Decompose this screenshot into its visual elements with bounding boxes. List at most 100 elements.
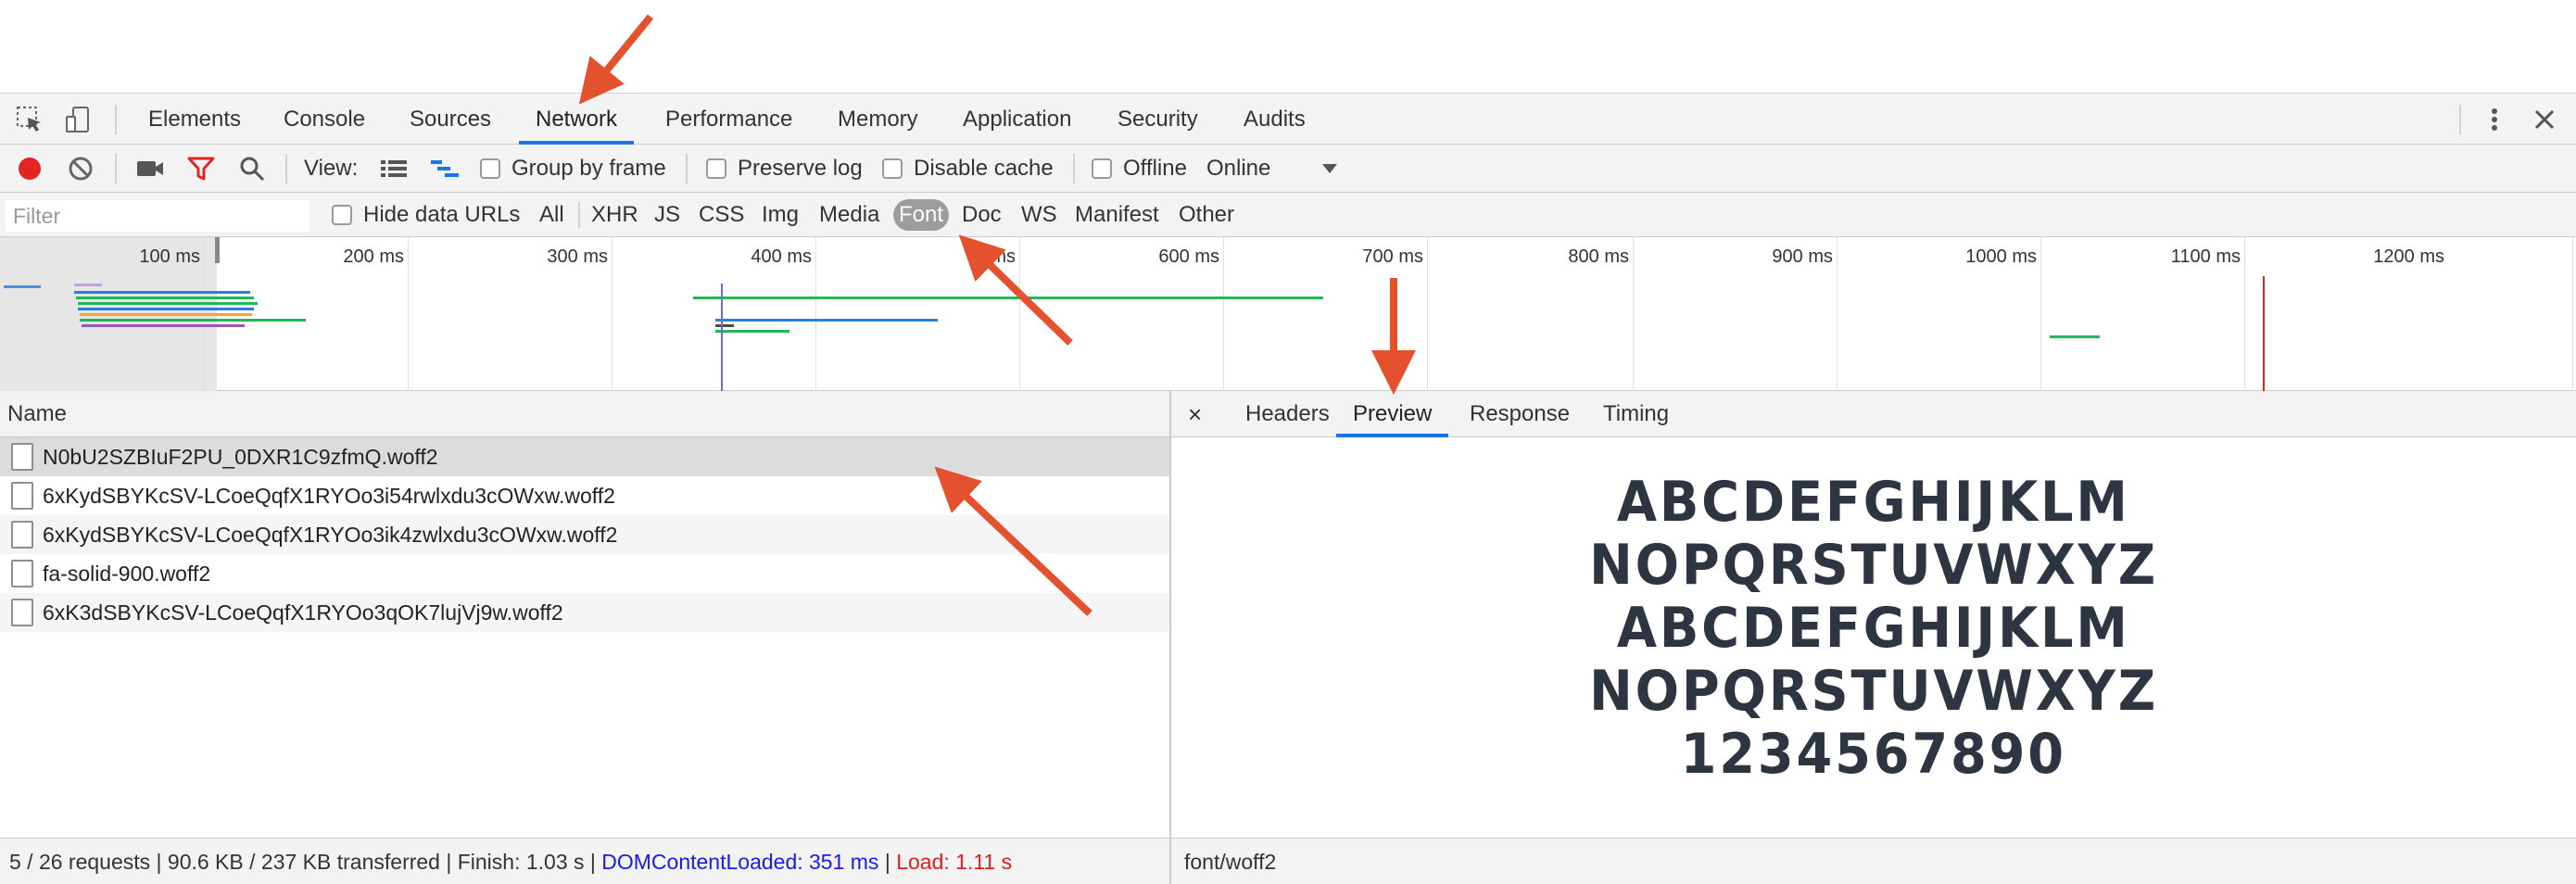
tab-audits[interactable]: Audits [1227, 94, 1322, 145]
grid-line [1427, 237, 1428, 391]
tab-elements[interactable]: Elements [132, 94, 258, 145]
name-column-header[interactable]: Name [0, 391, 1169, 437]
grid-line [2244, 237, 2245, 391]
timeline-label: ms [991, 246, 1016, 267]
divider [1073, 154, 1075, 183]
divider [115, 154, 117, 183]
timeline-bar [715, 319, 938, 322]
tab-network[interactable]: Network [519, 94, 635, 145]
request-row[interactable]: fa-solid-900.woff2 [0, 554, 1169, 593]
dropdown-icon[interactable] [1321, 145, 1338, 193]
timeline-bar [715, 324, 734, 327]
request-name: 6xKydSBYKcSV-LCoeQqfX1RYOo3ik4zwlxdu3cOW… [43, 523, 618, 547]
timeline-handle[interactable] [215, 237, 220, 263]
top-whitespace [0, 0, 2576, 93]
request-row[interactable]: 6xKydSBYKcSV-LCoeQqfX1RYOo3ik4zwlxdu3cOW… [0, 515, 1169, 554]
network-summary-bar: 5 / 26 requests | 90.6 KB / 237 KB trans… [0, 838, 1169, 884]
preview-line: NOPQRSTUVWXYZ [1589, 533, 2158, 598]
throttle-select[interactable]: Online [1206, 145, 1270, 193]
tab-preview[interactable]: Preview [1336, 391, 1449, 437]
clear-icon[interactable] [67, 145, 95, 193]
record-icon[interactable] [17, 145, 43, 193]
offline-label: Offline [1123, 156, 1187, 181]
filter-type-other[interactable]: Other [1179, 193, 1234, 237]
summary-text: 5 / 26 requests | 90.6 KB / 237 KB trans… [9, 850, 602, 874]
close-detail-button[interactable]: × [1171, 391, 1219, 437]
filter-type-js[interactable]: JS [654, 193, 680, 237]
grid-line [1019, 237, 1020, 391]
camera-icon[interactable] [135, 145, 165, 193]
divider [2459, 105, 2461, 134]
timeline-bar [74, 291, 250, 294]
file-icon [11, 521, 33, 549]
timeline-bar [82, 324, 245, 327]
filter-input[interactable] [6, 200, 309, 232]
file-icon [11, 443, 33, 471]
preview-line: ABCDEFGHIJKLM [1617, 470, 2130, 535]
request-row[interactable]: 6xKydSBYKcSV-LCoeQqfX1RYOo3i54rwlxdu3cOW… [0, 476, 1169, 515]
load-marker [2263, 276, 2265, 391]
more-vert-icon[interactable] [2480, 105, 2509, 134]
filter-type-css[interactable]: CSS [699, 193, 744, 237]
waterfall-view-icon[interactable] [430, 145, 460, 193]
filter-type-font[interactable]: Font [893, 199, 950, 231]
filter-icon[interactable] [187, 145, 215, 193]
request-name: fa-solid-900.woff2 [43, 562, 211, 586]
close-icon[interactable] [2530, 105, 2559, 134]
timeline-label: 900 ms [1772, 246, 1833, 267]
tab-memory[interactable]: Memory [821, 94, 935, 145]
disable-cache-checkbox[interactable]: Disable cache [882, 145, 1054, 193]
divider [285, 154, 287, 183]
search-icon[interactable] [239, 145, 265, 193]
filter-type-doc[interactable]: Doc [962, 193, 1002, 237]
font-preview: ABCDEFGHIJKLM NOPQRSTUVWXYZ ABCDEFGHIJKL… [1171, 437, 2576, 838]
list-view-icon[interactable] [380, 145, 408, 193]
timeline-label: 600 ms [1158, 246, 1219, 267]
filter-type-ws[interactable]: WS [1021, 193, 1057, 237]
device-toggle-icon[interactable] [63, 105, 93, 134]
hide-data-urls-label: Hide data URLs [363, 202, 521, 227]
hide-data-urls-checkbox[interactable]: Hide data URLs [332, 193, 520, 237]
view-label: View: [304, 156, 359, 181]
tab-sources[interactable]: Sources [393, 94, 508, 145]
tab-response[interactable]: Response [1453, 391, 1586, 437]
grid-line [408, 237, 409, 391]
preview-line: ABCDEFGHIJKLM [1617, 596, 2130, 661]
tab-application[interactable]: Application [946, 94, 1088, 145]
filter-type-manifest[interactable]: Manifest [1075, 193, 1159, 237]
filter-type-all[interactable]: All [539, 193, 564, 237]
preview-line: 1234567890 [1680, 722, 2067, 787]
grid-line [1633, 237, 1634, 391]
timeline-bar [80, 313, 252, 316]
tab-console[interactable]: Console [267, 94, 382, 145]
timeline-label: 1100 ms [2170, 246, 2241, 267]
request-row[interactable]: 6xK3dSBYKcSV-LCoeQqfX1RYOo3qOK7lujVj9w.w… [0, 593, 1169, 632]
timeline-bar [74, 284, 102, 286]
mime-type-bar: font/woff2 [1171, 838, 2576, 884]
request-row-selected[interactable]: N0bU2SZBIuF2PU_0DXR1C9zfmQ.woff2 [0, 437, 1169, 476]
tab-performance[interactable]: Performance [649, 94, 809, 145]
filter-type-xhr[interactable]: XHR [591, 193, 638, 237]
timeline-bar [213, 319, 306, 322]
tab-security[interactable]: Security [1101, 94, 1215, 145]
timeline-bar [78, 308, 254, 310]
request-name: 6xKydSBYKcSV-LCoeQqfX1RYOo3i54rwlxdu3cOW… [43, 484, 615, 508]
tab-headers[interactable]: Headers [1229, 391, 1346, 437]
filter-type-media[interactable]: Media [819, 193, 879, 237]
timeline-label: 400 ms [751, 246, 812, 267]
timeline-overview[interactable]: 100 ms 200 ms 300 ms 400 ms ms 600 ms 70… [0, 237, 2576, 391]
tab-timing[interactable]: Timing [1586, 391, 1686, 437]
divider [578, 202, 580, 228]
timeline-bar [76, 297, 254, 299]
inspect-icon[interactable] [15, 105, 44, 134]
file-icon [11, 599, 33, 626]
filter-type-img[interactable]: Img [762, 193, 799, 237]
file-icon [11, 560, 33, 587]
timeline-label: 100 ms [139, 246, 200, 267]
timeline-label: 1200 ms [2373, 246, 2444, 267]
offline-checkbox[interactable]: Offline [1092, 145, 1187, 193]
group-by-frame-checkbox[interactable]: Group by frame [480, 145, 666, 193]
preserve-log-checkbox[interactable]: Preserve log [706, 145, 863, 193]
devtools-tabbar: Elements Console Sources Network Perform… [0, 93, 2576, 145]
timeline-bar [4, 285, 41, 288]
